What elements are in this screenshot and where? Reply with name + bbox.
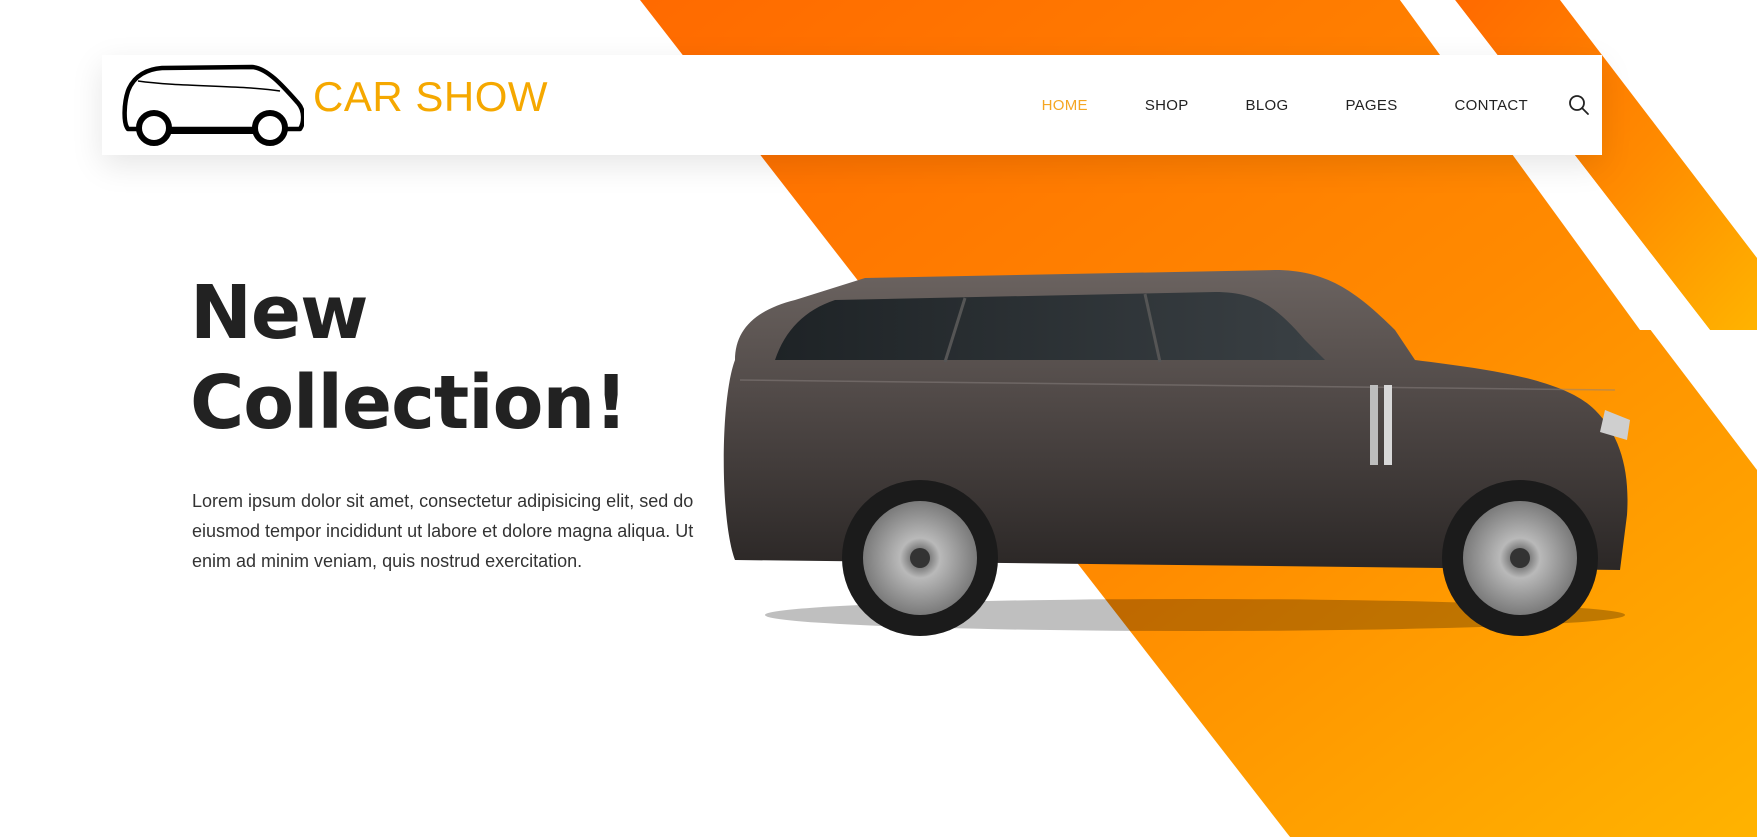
- search-button[interactable]: [1568, 94, 1590, 116]
- search-icon: [1569, 95, 1589, 115]
- nav-pages[interactable]: PAGES: [1345, 97, 1397, 114]
- logo[interactable]: CAR SHOW: [120, 63, 548, 147]
- car-outline-icon: [122, 64, 304, 146]
- main-nav: HOME SHOP BLOG PAGES CONTACT: [1042, 55, 1602, 155]
- nav-contact[interactable]: CONTACT: [1455, 97, 1528, 114]
- hero-title-line-1: New: [190, 270, 368, 356]
- suv-car-image: [723, 270, 1630, 636]
- hero-title: New Collection!: [190, 268, 628, 448]
- hero-title-line-2: Collection!: [190, 360, 628, 446]
- nav-shop[interactable]: SHOP: [1145, 97, 1189, 114]
- nav-blog[interactable]: BLOG: [1246, 97, 1289, 114]
- hero-description: Lorem ipsum dolor sit amet, consectetur …: [192, 491, 694, 571]
- brand-name: CAR SHOW: [313, 73, 548, 120]
- nav-home[interactable]: HOME: [1042, 97, 1088, 114]
- site-header: CAR SHOW HOME SHOP BLOG PAGES CONTACT: [102, 55, 1602, 155]
